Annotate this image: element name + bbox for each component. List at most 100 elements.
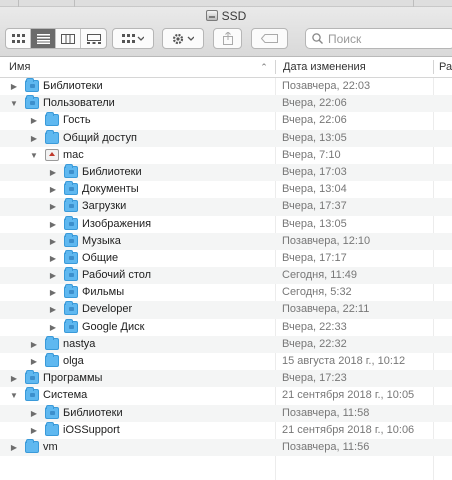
finder-window: SSD Поиск Имя ⌃ Дата изменения Ра ▶ Библ… [0, 0, 452, 480]
toolbar-area: SSD Поиск [0, 0, 452, 57]
disclosure-collapsed-icon[interactable]: ▶ [9, 370, 19, 387]
column-name-header[interactable]: Имя [9, 57, 30, 77]
item-date-modified: Позавчера, 22:03 [282, 80, 371, 92]
column-view-button[interactable] [56, 29, 81, 48]
disclosure-collapsed-icon[interactable]: ▶ [29, 353, 39, 370]
folder-icon [25, 438, 39, 453]
toolbar: Поиск [0, 28, 452, 50]
list-row[interactable]: ▶ Библиотеки Позавчера, 22:03 [0, 78, 452, 95]
list-row[interactable]: ▶ Общие Вчера, 17:17 [0, 249, 452, 267]
item-date-modified: Сегодня, 11:49 [282, 269, 357, 282]
disclosure-collapsed-icon[interactable]: ▶ [48, 181, 58, 198]
gear-icon [172, 33, 194, 44]
list-row[interactable]: ▶ Документы Вчера, 13:04 [0, 181, 452, 198]
previous-window-edge [0, 0, 452, 7]
item-date-modified: Вчера, 17:17 [282, 251, 347, 264]
item-date-modified: Вчера, 22:32 [282, 337, 347, 350]
list-row[interactable]: ▶ olga 15 августа 2018 г., 10:12 [0, 353, 452, 370]
item-name: Developer [82, 303, 133, 316]
item-date-modified: Вчера, 17:37 [282, 200, 347, 213]
list-row[interactable]: ▶ Developer Позавчера, 22:11 [0, 301, 452, 319]
disclosure-collapsed-icon[interactable]: ▶ [48, 198, 58, 215]
item-date-modified: Вчера, 17:03 [282, 165, 347, 178]
item-name: Музыка [82, 234, 121, 247]
item-date-modified: Позавчера, 11:58 [282, 406, 370, 419]
item-date-modified: Вчера, 13:04 [282, 183, 347, 196]
disclosure-expanded-icon[interactable]: ▼ [9, 387, 19, 404]
column-date-header[interactable]: Дата изменения [283, 57, 366, 77]
search-input[interactable]: Поиск [305, 28, 452, 49]
list-row[interactable]: ▶ Библиотеки Вчера, 17:03 [0, 163, 452, 182]
list-view-button[interactable] [31, 29, 56, 48]
item-date-modified: Вчера, 7:10 [282, 148, 341, 161]
group-icon [122, 33, 144, 43]
disclosure-collapsed-icon[interactable]: ▶ [9, 439, 19, 456]
folder-icon [45, 335, 59, 350]
action-menu-button[interactable] [162, 28, 204, 49]
disclosure-collapsed-icon[interactable]: ▶ [29, 405, 39, 422]
item-name: Библиотеки [43, 80, 103, 92]
item-date-modified: Позавчера, 11:56 [282, 440, 370, 453]
disclosure-collapsed-icon[interactable]: ▶ [29, 422, 39, 439]
disclosure-collapsed-icon[interactable]: ▶ [48, 319, 58, 336]
column-divider[interactable] [275, 60, 276, 74]
list-row[interactable]: ▼ mac Вчера, 7:10 [0, 147, 452, 164]
list-row[interactable]: ▶ Музыка Позавчера, 12:10 [0, 232, 452, 250]
music-folder-icon [64, 232, 78, 247]
system-folder-icon [25, 387, 39, 402]
icon-view-icon [11, 33, 25, 43]
disclosure-expanded-icon[interactable]: ▼ [9, 95, 19, 112]
item-date-modified: 15 августа 2018 г., 10:12 [282, 355, 406, 367]
list-row[interactable]: ▶ iOSSupport 21 сентября 2018 г., 10:06 [0, 421, 452, 439]
tags-button[interactable] [251, 28, 288, 49]
column-divider[interactable] [433, 60, 434, 74]
downloads-folder-icon [64, 198, 78, 213]
item-name: Гость [63, 114, 91, 127]
list-row[interactable]: ▶ Загрузки Вчера, 17:37 [0, 198, 452, 216]
disclosure-collapsed-icon[interactable]: ▶ [48, 250, 58, 267]
icon-view-button[interactable] [6, 29, 31, 48]
disk-icon [205, 10, 218, 21]
item-name: Загрузки [82, 200, 127, 213]
list-row[interactable]: ▶ Изображения Вчера, 13:05 [0, 215, 452, 233]
item-date-modified: Вчера, 17:23 [282, 372, 347, 385]
disclosure-collapsed-icon[interactable]: ▶ [29, 130, 39, 147]
disclosure-collapsed-icon[interactable]: ▶ [29, 112, 39, 129]
item-name: Общие [82, 251, 119, 264]
list-row[interactable]: ▼ Пользователи Вчера, 22:06 [0, 95, 452, 113]
list-row[interactable]: ▶ Гость Вчера, 22:06 [0, 112, 452, 129]
group-by-button[interactable] [112, 28, 154, 49]
list-row[interactable]: ▶ nastya Вчера, 22:32 [0, 335, 452, 353]
disclosure-collapsed-icon[interactable]: ▶ [48, 164, 58, 181]
pictures-folder-icon [64, 215, 78, 230]
disclosure-collapsed-icon[interactable]: ▶ [29, 336, 39, 353]
search-placeholder: Поиск [328, 31, 362, 46]
item-name: Библиотеки [63, 406, 123, 419]
disclosure-expanded-icon[interactable]: ▼ [29, 147, 39, 164]
home-folder-icon [45, 148, 59, 161]
gallery-view-button[interactable] [81, 29, 106, 48]
list-row[interactable]: ▼ Система 21 сентября 2018 г., 10:05 [0, 387, 452, 404]
list-row[interactable]: ▶ Фильмы Сегодня, 5:32 [0, 284, 452, 301]
disclosure-collapsed-icon[interactable]: ▶ [48, 233, 58, 250]
disclosure-collapsed-icon[interactable]: ▶ [48, 267, 58, 284]
list-row[interactable]: ▶ Google Диск Вчера, 22:33 [0, 318, 452, 336]
column-size-header[interactable]: Ра [439, 57, 452, 77]
list-row[interactable]: ▶ vm Позавчера, 11:56 [0, 438, 452, 457]
item-name: Общий доступ [63, 131, 137, 144]
disclosure-collapsed-icon[interactable]: ▶ [9, 78, 19, 95]
list-row[interactable]: ▶ Библиотеки Позавчера, 11:58 [0, 404, 452, 422]
tag-icon [261, 34, 278, 43]
disclosure-collapsed-icon[interactable]: ▶ [48, 284, 58, 301]
list-row[interactable]: ▶ Общий доступ Вчера, 13:05 [0, 129, 452, 147]
list-view-icon [36, 33, 50, 44]
disclosure-collapsed-icon[interactable]: ▶ [48, 301, 58, 318]
library-folder-icon [64, 163, 78, 178]
item-date-modified: Сегодня, 5:32 [282, 286, 352, 299]
list-row[interactable]: ▶ Программы Вчера, 17:23 [0, 370, 452, 388]
disclosure-collapsed-icon[interactable]: ▶ [48, 216, 58, 233]
column-header: Имя ⌃ Дата изменения Ра [0, 57, 452, 78]
list-row[interactable]: ▶ Рабочий стол Сегодня, 11:49 [0, 267, 452, 285]
item-date-modified: Позавчера, 22:11 [282, 303, 370, 316]
share-button[interactable] [213, 28, 242, 49]
